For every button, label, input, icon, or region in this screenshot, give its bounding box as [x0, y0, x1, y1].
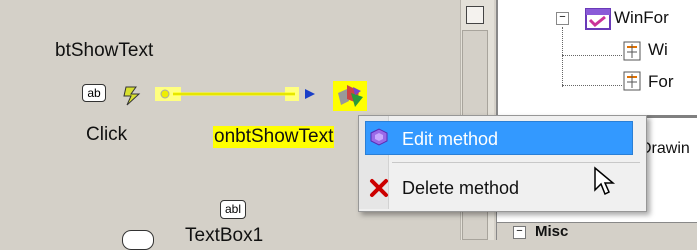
method-handler-icon[interactable] — [333, 81, 367, 111]
tree-collapse-toggle[interactable]: − — [556, 12, 569, 25]
handler-name-label[interactable]: onbtShowText — [213, 126, 335, 148]
lightning-event-icon[interactable] — [120, 83, 144, 107]
textbox-icon-text: abl — [224, 202, 241, 216]
event-connector-line — [155, 87, 315, 101]
file-node-icon[interactable] — [622, 40, 644, 62]
misc-collapse-toggle[interactable]: − — [513, 226, 526, 239]
edit-method-icon — [370, 128, 388, 146]
tree-child2-label[interactable]: For — [648, 72, 674, 92]
textbox-connector-icon[interactable] — [122, 230, 154, 250]
button-name-label: btShowText — [55, 40, 154, 61]
tree-line — [562, 85, 622, 87]
tree-line — [562, 27, 564, 87]
button-component-icon[interactable]: ab — [82, 84, 106, 102]
tree-root-label[interactable]: WinFor — [614, 8, 669, 28]
tree-line — [562, 55, 622, 57]
button-icon-text: ab — [87, 86, 101, 100]
misc-category-row[interactable] — [497, 222, 697, 241]
properties-drawing-label: Drawin — [640, 140, 690, 157]
misc-category-label: Misc — [535, 223, 569, 240]
form-node-icon[interactable] — [585, 8, 611, 30]
menu-item-edit-label: Edit method — [402, 129, 499, 149]
mouse-cursor-icon — [594, 166, 616, 196]
file-node-icon[interactable] — [622, 70, 644, 92]
textbox-component-icon[interactable]: abl — [220, 200, 246, 219]
delete-x-icon — [370, 179, 388, 197]
textbox-name-label: TextBox1 — [185, 225, 264, 246]
menu-separator — [392, 162, 640, 163]
scrollbar-maximize-button[interactable] — [466, 6, 484, 24]
tree-child1-label[interactable]: Wi — [648, 40, 668, 60]
menu-item-delete-label: Delete method — [402, 178, 520, 198]
event-click-label: Click — [86, 124, 128, 145]
